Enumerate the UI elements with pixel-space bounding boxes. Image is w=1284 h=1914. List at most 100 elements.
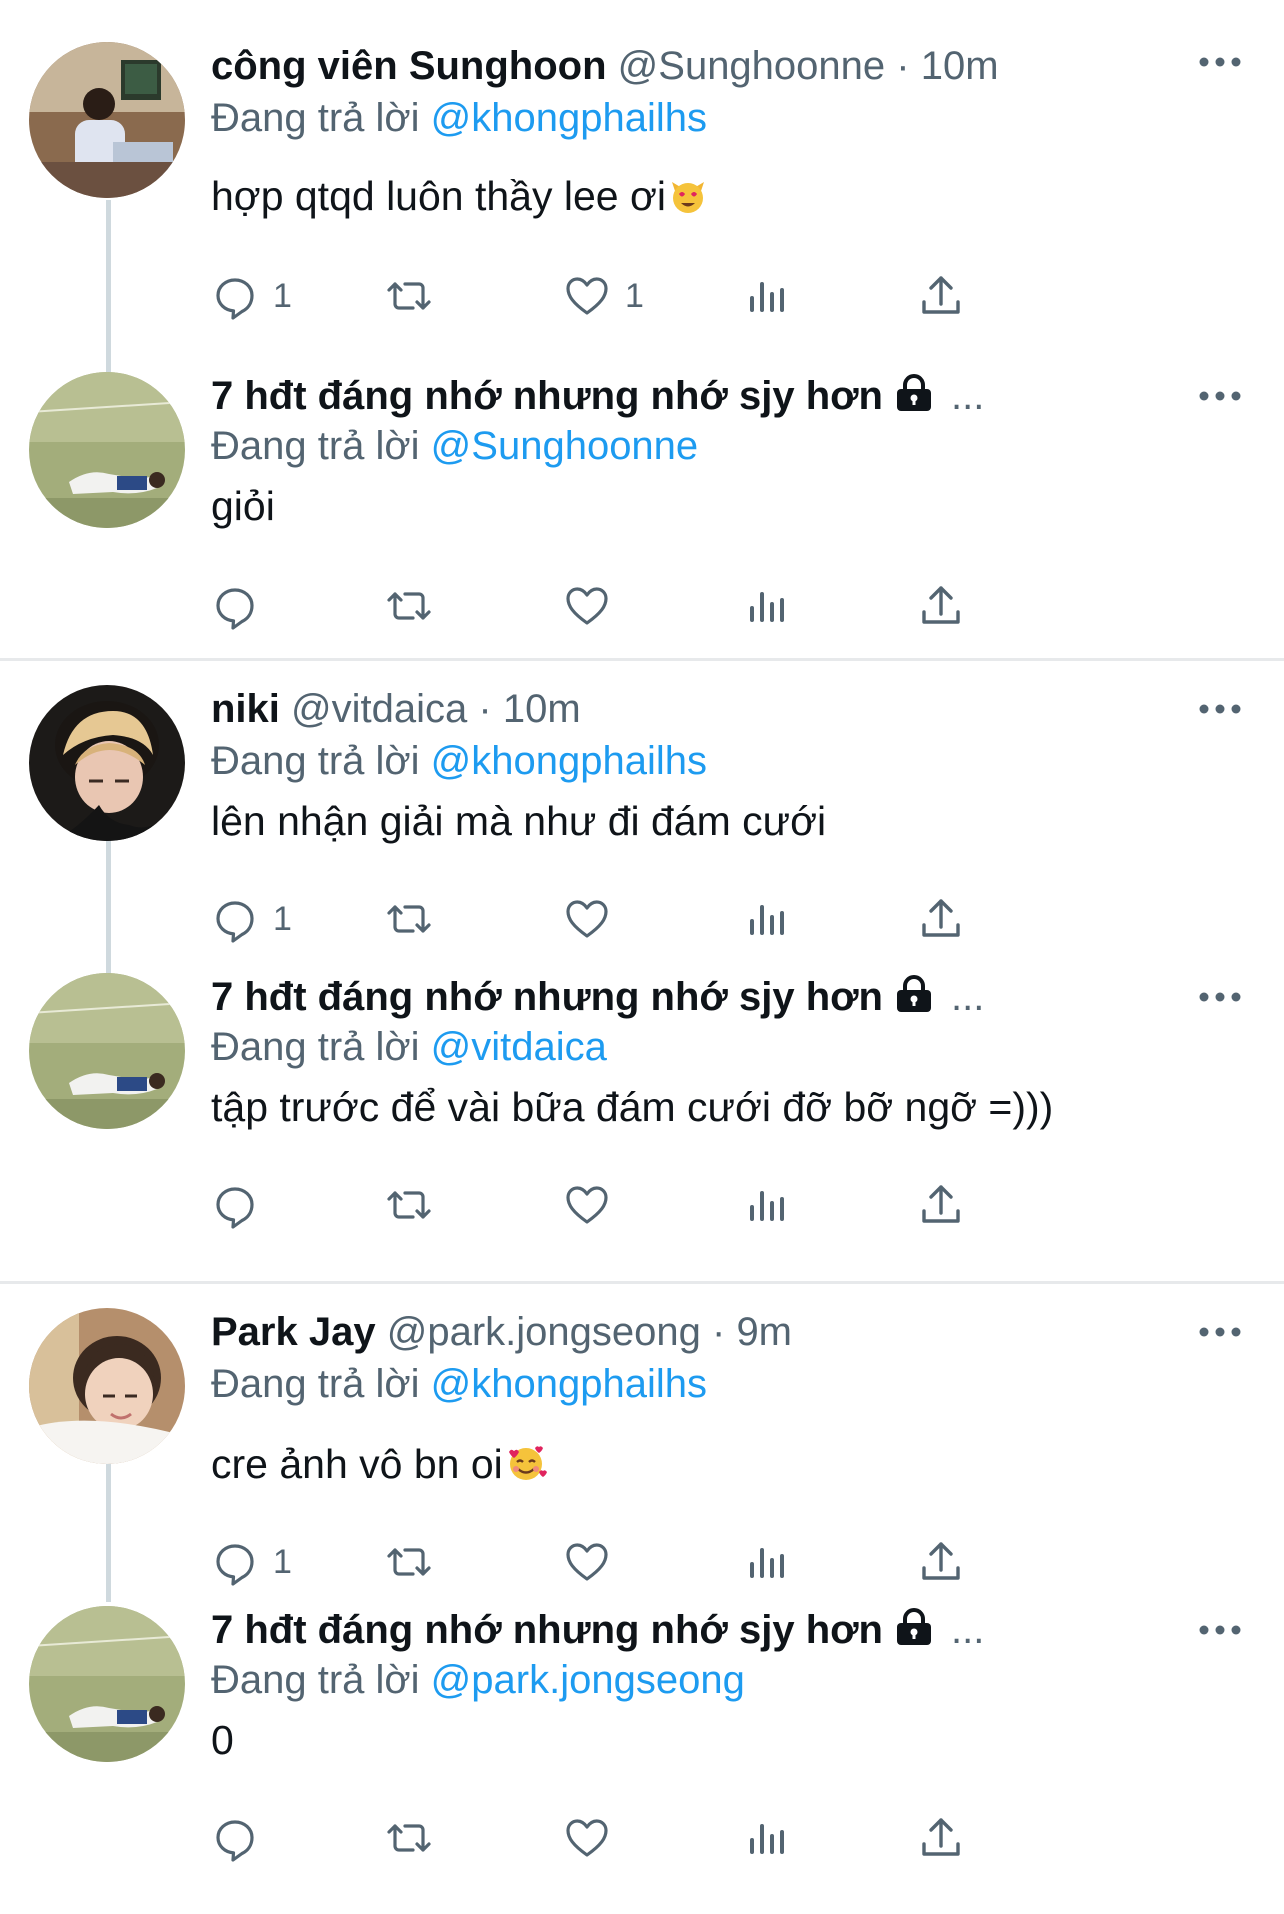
like-button[interactable] <box>563 1179 625 1231</box>
more-options-icon[interactable] <box>1196 699 1244 719</box>
like-button[interactable] <box>563 1536 625 1588</box>
reply-button[interactable] <box>211 1812 273 1864</box>
user-handle[interactable]: @vitdaica <box>291 687 467 731</box>
timestamp[interactable]: 9m <box>736 1310 792 1354</box>
tweet[interactable]: Park Jay @park.jongseong · 9m Đang trả l… <box>0 1284 1284 1602</box>
replying-to-mention[interactable]: @vitdaica <box>431 1025 607 1069</box>
tweet-text-content: tập trước để vài bữa đám cưới đỡ bỡ ngỡ … <box>211 1084 1054 1130</box>
views-button[interactable] <box>743 580 791 632</box>
avatar[interactable] <box>29 1308 185 1464</box>
tweet[interactable]: 7 hđt đáng nhớ nhưng nhớ sjy hơn... Đang… <box>0 1602 1284 1914</box>
reply-feed: công viên Sunghoon @Sunghoonne · 10m Đan… <box>0 0 1284 1914</box>
retweet-button[interactable] <box>385 893 447 945</box>
reply-button[interactable]: 1 <box>211 893 292 945</box>
share-button[interactable] <box>917 1179 965 1231</box>
avatar[interactable] <box>29 685 185 841</box>
smiling-face-with-hearts-emoji <box>505 1442 547 1498</box>
like-button[interactable]: 1 <box>563 270 644 322</box>
tweet[interactable]: 7 hđt đáng nhớ nhưng nhớ sjy hơn... Đang… <box>0 330 1284 658</box>
avatar[interactable] <box>29 1606 185 1762</box>
display-name[interactable]: Park Jay <box>211 1310 376 1354</box>
replying-to-mention[interactable]: @Sunghoonne <box>431 424 699 468</box>
retweet-button[interactable] <box>385 1812 447 1864</box>
retweet-button[interactable] <box>385 1179 447 1231</box>
share-button[interactable] <box>917 580 965 632</box>
avatar[interactable] <box>29 42 185 198</box>
share-button[interactable] <box>917 893 965 945</box>
views-button[interactable] <box>743 1536 791 1588</box>
retweet-button[interactable] <box>385 1536 447 1588</box>
reply-button[interactable] <box>211 1179 273 1231</box>
more-options-icon[interactable] <box>1196 987 1244 1007</box>
tweet-text-content: 0 <box>211 1717 234 1763</box>
replying-to-mention[interactable]: @khongphailhs <box>431 96 707 140</box>
views-icon <box>743 1538 791 1586</box>
views-button[interactable] <box>743 893 791 945</box>
retweet-icon <box>385 895 433 943</box>
retweet-button[interactable] <box>385 270 447 322</box>
tweet-header: Park Jay @park.jongseong · 9m <box>211 1306 792 1358</box>
thread: Park Jay @park.jongseong · 9m Đang trả l… <box>0 1281 1284 1914</box>
tweet[interactable]: niki @vitdaica · 10m Đang trả lời @khong… <box>0 661 1284 969</box>
tweet-text: tập trước để vài bữa đám cưới đỡ bỡ ngỡ … <box>211 1079 1053 1135</box>
more-options-icon[interactable] <box>1196 1620 1244 1640</box>
name-truncation-ellipsis: ... <box>951 975 985 1019</box>
display-name[interactable]: 7 hđt đáng nhớ nhưng nhớ sjy hơn <box>211 374 883 418</box>
lock-icon <box>893 373 935 426</box>
share-icon <box>917 1181 965 1229</box>
replying-to-label: Đang trả lời <box>211 1025 420 1069</box>
replying-to-label: Đang trả lời <box>211 424 420 468</box>
share-icon <box>917 272 965 320</box>
like-icon <box>563 1538 611 1586</box>
more-options-icon[interactable] <box>1196 1322 1244 1342</box>
display-name[interactable]: niki <box>211 687 280 731</box>
timestamp[interactable]: 10m <box>503 687 581 731</box>
retweet-button[interactable] <box>385 580 447 632</box>
avatar[interactable] <box>29 372 185 528</box>
like-button[interactable] <box>563 1812 625 1864</box>
like-button[interactable] <box>563 580 625 632</box>
share-button[interactable] <box>917 1536 965 1588</box>
replying-to-line: Đang trả lời @vitdaica <box>211 1021 607 1073</box>
replying-to-label: Đang trả lời <box>211 1658 420 1702</box>
replying-to-line: Đang trả lời @khongphailhs <box>211 1358 707 1410</box>
share-button[interactable] <box>917 1812 965 1864</box>
share-icon <box>917 1814 965 1862</box>
more-options-icon[interactable] <box>1196 52 1244 72</box>
share-button[interactable] <box>917 270 965 322</box>
views-icon <box>743 582 791 630</box>
like-button[interactable] <box>563 893 625 945</box>
display-name[interactable]: công viên Sunghoon <box>211 44 607 88</box>
user-handle[interactable]: @park.jongseong <box>387 1310 701 1354</box>
tweet-actions: 1 1 <box>211 270 1151 322</box>
replying-to-mention[interactable]: @khongphailhs <box>431 1362 707 1406</box>
reply-icon <box>211 582 259 630</box>
views-button[interactable] <box>743 270 791 322</box>
user-handle[interactable]: @Sunghoonne <box>618 44 886 88</box>
reply-button[interactable]: 1 <box>211 270 292 322</box>
replying-to-mention[interactable]: @khongphailhs <box>431 739 707 783</box>
replying-to-mention[interactable]: @park.jongseong <box>431 1658 745 1702</box>
like-count: 1 <box>625 276 644 315</box>
views-button[interactable] <box>743 1812 791 1864</box>
separator-dot: · <box>478 687 492 731</box>
reply-button[interactable]: 1 <box>211 1536 292 1588</box>
display-name[interactable]: 7 hđt đáng nhớ nhưng nhớ sjy hơn <box>211 1608 883 1652</box>
reply-button[interactable] <box>211 580 273 632</box>
tweet-actions: 1 <box>211 893 1151 945</box>
views-button[interactable] <box>743 1179 791 1231</box>
like-icon <box>563 582 611 630</box>
tweet-actions <box>211 1812 1151 1864</box>
avatar[interactable] <box>29 973 185 1129</box>
retweet-icon <box>385 1181 433 1229</box>
tweet-text: cre ảnh vô bn oi <box>211 1436 547 1498</box>
display-name[interactable]: 7 hđt đáng nhớ nhưng nhớ sjy hơn <box>211 975 883 1019</box>
tweet-header: công viên Sunghoon @Sunghoonne · 10m <box>211 40 999 92</box>
more-options-icon[interactable] <box>1196 386 1244 406</box>
share-icon <box>917 1538 965 1586</box>
tweet[interactable]: 7 hđt đáng nhớ nhưng nhớ sjy hơn... Đang… <box>0 969 1284 1281</box>
timestamp[interactable]: 10m <box>921 44 999 88</box>
tweet[interactable]: công viên Sunghoon @Sunghoonne · 10m Đan… <box>0 0 1284 330</box>
lock-icon <box>893 974 935 1027</box>
tweet-text: giỏi <box>211 478 275 534</box>
